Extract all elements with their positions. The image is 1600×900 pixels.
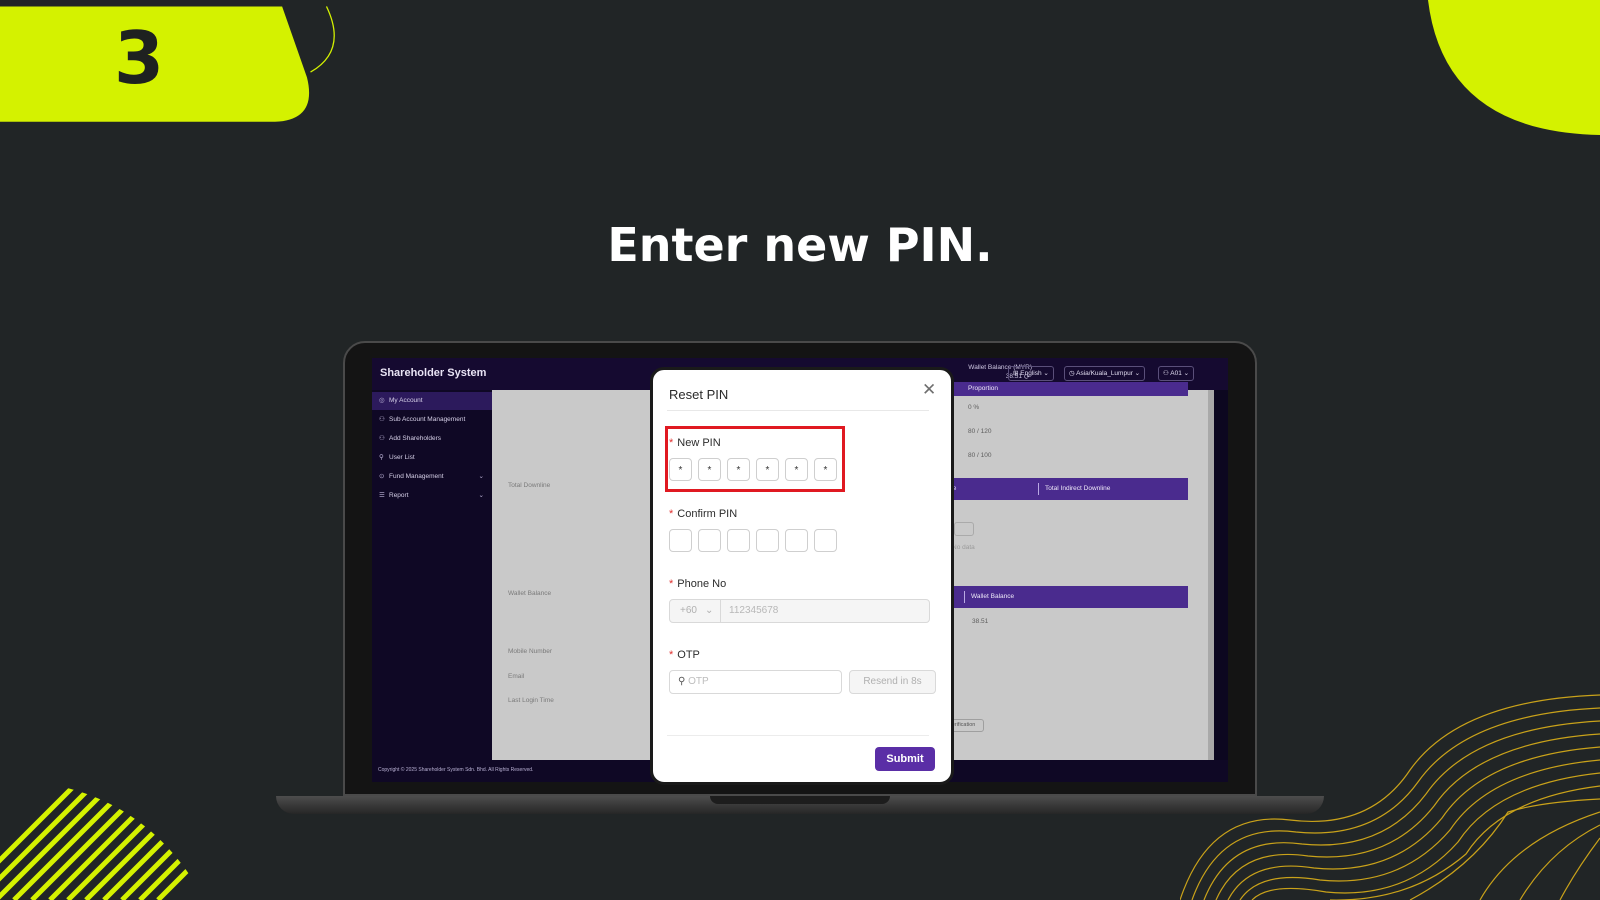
user-menu[interactable]: ⚇ A01 ⌄ [1158, 366, 1195, 381]
laptop-notch [710, 796, 890, 804]
sidebar-item-label: Sub Account Management [389, 416, 466, 423]
last-login-time-label: Last Login Time [508, 697, 554, 704]
new-pin-label-text: New PIN [677, 437, 721, 449]
confirm-pin-label-text: Confirm PIN [677, 508, 738, 520]
required-asterisk: * [669, 649, 674, 661]
copyright-text: Copyright © 2025 Shareholder System Sdn.… [378, 767, 534, 773]
confirm-pin-digit-3[interactable] [727, 529, 750, 552]
empty-inbox-icon [954, 522, 974, 536]
language-value: English [1020, 370, 1042, 377]
report-icon: ☰ [379, 492, 385, 499]
chevron-down-icon: ⌄ [1041, 370, 1049, 377]
language-select[interactable]: ⊞ English ⌄ [1008, 366, 1054, 381]
new-pin-digit-5[interactable]: * [785, 458, 808, 481]
proportion-value: 80 / 100 [968, 452, 992, 459]
confirm-pin-digit-2[interactable] [698, 529, 721, 552]
chevron-down-icon: ⌄ [1181, 370, 1190, 377]
confirm-pin-digit-6[interactable] [814, 529, 837, 552]
required-asterisk: * [669, 508, 674, 520]
user-name: A01 [1170, 370, 1182, 377]
scrollbar[interactable] [1208, 390, 1214, 760]
proportion-value: 0 % [968, 404, 980, 411]
phone-no-label-text: Phone No [677, 578, 727, 590]
proportion-header: Proportion [938, 382, 1188, 396]
sidebar-item-report[interactable]: ☰ Report ⌄ [372, 487, 492, 505]
country-code-value: +60 [680, 605, 697, 616]
otp-placeholder: OTP [688, 676, 709, 687]
proportion-value: 80 / 120 [968, 428, 992, 435]
required-asterisk: * [669, 437, 674, 449]
sidebar-item-label: Add Shareholders [389, 435, 442, 442]
users-icon: ⚇ [379, 416, 385, 423]
new-pin-label: * New PIN [669, 437, 721, 449]
sidebar-item-label: Report [389, 492, 409, 499]
phone-no-label: * Phone No [669, 578, 726, 590]
new-pin-digit-4[interactable]: * [756, 458, 779, 481]
country-code-select[interactable]: +60 ⌄ [669, 599, 721, 623]
otp-label-text: OTP [677, 649, 700, 661]
new-pin-digit-3[interactable]: * [727, 458, 750, 481]
new-pin-digit-1[interactable]: * [669, 458, 692, 481]
step-number: 3 [114, 16, 165, 100]
reset-pin-modal: Reset PIN ✕ * New PIN * * * * * * * Confir… [650, 367, 954, 785]
new-pin-digit-6[interactable]: * [814, 458, 837, 481]
chevron-down-icon: ⌄ [704, 605, 714, 616]
corner-circle-decoration [1428, 0, 1600, 135]
user-add-icon: ⚇ [379, 435, 385, 442]
user-icon: ⚲ [379, 454, 384, 461]
sidebar-item-label: User List [389, 454, 415, 461]
chevron-down-icon: ⌄ [1132, 370, 1141, 377]
email-label: Email [508, 673, 525, 680]
otp-label: * OTP [669, 649, 700, 661]
sidebar-item-label: My Account [389, 397, 423, 404]
no-data-text: No data [952, 544, 975, 551]
phone-input[interactable]: 112345678 [720, 599, 930, 623]
page-headline: Enter new PIN. [607, 218, 993, 272]
total-downline-label: Total Downline [508, 482, 551, 489]
new-pin-digit-2[interactable]: * [698, 458, 721, 481]
sidebar-item-my-account[interactable]: ◎ My Account [372, 392, 492, 410]
required-asterisk: * [669, 578, 674, 590]
wallet-balance-header: Wallet Balance [964, 591, 1014, 603]
downline-table-header: wnline Total Indirect Downline [938, 478, 1188, 500]
modal-title: Reset PIN [669, 387, 729, 402]
user-circle-icon: ◎ [379, 397, 385, 404]
close-icon[interactable]: ✕ [922, 380, 936, 400]
confirm-pin-digit-4[interactable] [756, 529, 779, 552]
timezone-select[interactable]: ◷ Asia/Kuala_Lumpur ⌄ [1064, 366, 1146, 381]
search-icon: ⚲ [678, 676, 689, 687]
otp-input[interactable]: ⚲ OTP [669, 670, 842, 694]
divider [667, 735, 929, 736]
confirm-pin-label: * Confirm PIN [669, 508, 737, 520]
timezone-value: Asia/Kuala_Lumpur [1076, 370, 1133, 377]
mobile-number-label: Mobile Number [508, 648, 553, 655]
confirm-pin-digit-1[interactable] [669, 529, 692, 552]
wallet-row-value: 38.51 [972, 618, 989, 625]
wallet-balance-field-label: Wallet Balance [508, 590, 552, 597]
sidebar-item-label: Fund Management [389, 473, 444, 480]
confirm-pin-digit-5[interactable] [785, 529, 808, 552]
sidebar: ◎ My Account ⚇ Sub Account Management ⚇ Add… [372, 390, 492, 782]
chevron-down-icon: ⌄ [478, 473, 484, 480]
step-badge-shape [0, 6, 335, 122]
divider [667, 410, 929, 411]
resend-otp-button[interactable]: Resend in 8s [849, 670, 936, 694]
wallet-table-header: Wallet Balance [938, 586, 1188, 608]
sidebar-item-user-list[interactable]: ⚲ User List [372, 449, 492, 467]
chevron-down-icon: ⌄ [478, 492, 484, 499]
app-title: Shareholder System [380, 367, 487, 379]
indirect-downline-header: Total Indirect Downline [1038, 483, 1110, 495]
sidebar-item-sub-account[interactable]: ⚇ Sub Account Management [372, 411, 492, 429]
stripes-decoration [0, 780, 205, 900]
fund-icon: ⊙ [379, 473, 385, 480]
sidebar-item-add-shareholders[interactable]: ⚇ Add Shareholders [372, 430, 492, 448]
sidebar-item-fund-management[interactable]: ⊙ Fund Management ⌄ [372, 468, 492, 486]
submit-button[interactable]: Submit [875, 747, 935, 771]
